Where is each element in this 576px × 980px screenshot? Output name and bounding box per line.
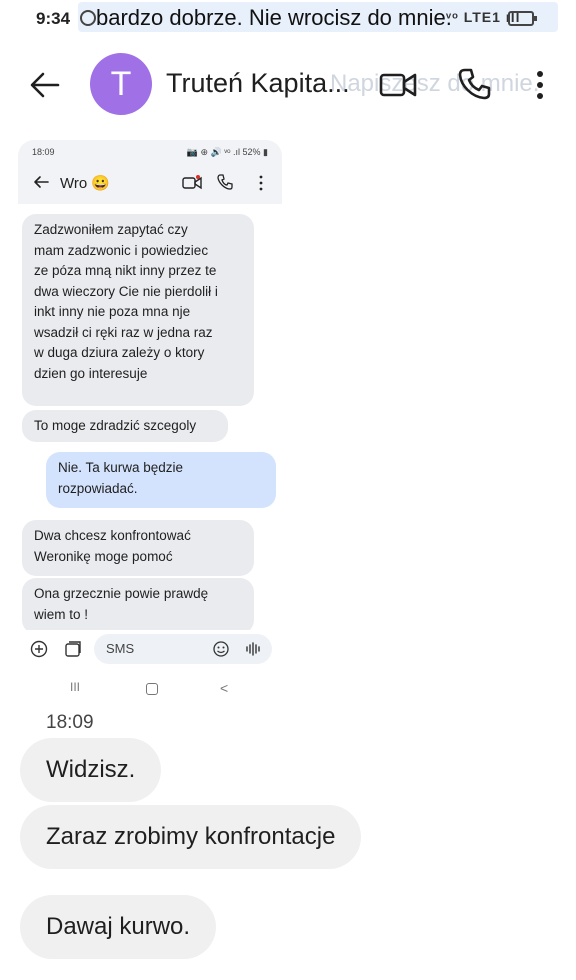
embedded-back-nav-icon: <: [220, 680, 229, 696]
embedded-recents-icon: III: [70, 680, 81, 694]
message-bubble[interactable]: Zaraz zrobimy konfrontacje: [20, 805, 362, 869]
avatar[interactable]: T: [90, 53, 152, 115]
video-call-icon[interactable]: [378, 70, 418, 100]
embedded-nav-bar: III <: [18, 680, 282, 700]
embedded-emoji-icon: [213, 641, 229, 657]
embedded-message-bubble: Ona grzecznie powie prawdę wiem to !: [22, 578, 254, 634]
embedded-status-time: 18:09: [32, 147, 55, 157]
contact-name[interactable]: Truteń Kapita...: [166, 68, 350, 99]
message-timestamp: 18:09: [46, 712, 94, 733]
embedded-message-bubble: To moge zdradzić szcegoly: [22, 410, 228, 442]
embedded-gallery-icon: [65, 641, 81, 657]
back-arrow-icon[interactable]: [28, 68, 62, 102]
embedded-chat: Zadzwoniłem zapytać czy mam zadzwonic i …: [18, 204, 282, 634]
notification-text: bardzo dobrze. Nie wrocisz do mnie.: [96, 5, 452, 30]
embedded-menu-icon: [259, 175, 263, 191]
embedded-contact-name: Wro 😀: [60, 175, 111, 192]
ghost-text: Napiszesz do mnie.: [330, 70, 540, 97]
embedded-status-icons: 📷 ⊕ 🔊 ᵛᵒ .ıl 52% ▮: [186, 147, 268, 157]
alarm-icon: [80, 10, 96, 26]
embedded-phone-icon: [217, 174, 233, 190]
embedded-video-icon: [182, 175, 202, 190]
phone-icon[interactable]: [456, 66, 492, 102]
embedded-compose-bar: SMS: [18, 630, 282, 670]
embedded-home-icon: [146, 683, 158, 695]
embedded-screenshot[interactable]: 18:09 📷 ⊕ 🔊 ᵛᵒ .ıl 52% ▮ Wro 😀 Zadzwonił…: [18, 140, 282, 670]
status-bar: bardzo dobrze. Nie wrocisz do mnie. 9:34…: [0, 0, 576, 34]
message-bubble[interactable]: Widzisz.: [20, 738, 162, 802]
app-bar: T Napiszesz do mnie. Truteń Kapita...: [0, 50, 576, 120]
embedded-sms-field: SMS: [94, 634, 272, 664]
embedded-add-icon: [30, 640, 48, 658]
battery-icon: [508, 11, 537, 26]
embedded-voice-icon: [246, 642, 260, 656]
embedded-back-icon: [34, 176, 49, 188]
embedded-sms-placeholder: SMS: [106, 641, 135, 656]
embedded-message-bubble: Zadzwoniłem zapytać czy mam zadzwonic i …: [22, 214, 254, 406]
embedded-message-bubble: Dwa chcesz konfrontować Weronikę moge po…: [22, 520, 254, 576]
status-time: 9:34: [36, 9, 71, 28]
more-options-icon[interactable]: [528, 68, 552, 102]
embedded-message-bubble-outgoing: Nie. Ta kurwa będzie rozpowiadać.: [46, 452, 276, 508]
message-bubble[interactable]: Dawaj kurwo.: [20, 895, 217, 959]
